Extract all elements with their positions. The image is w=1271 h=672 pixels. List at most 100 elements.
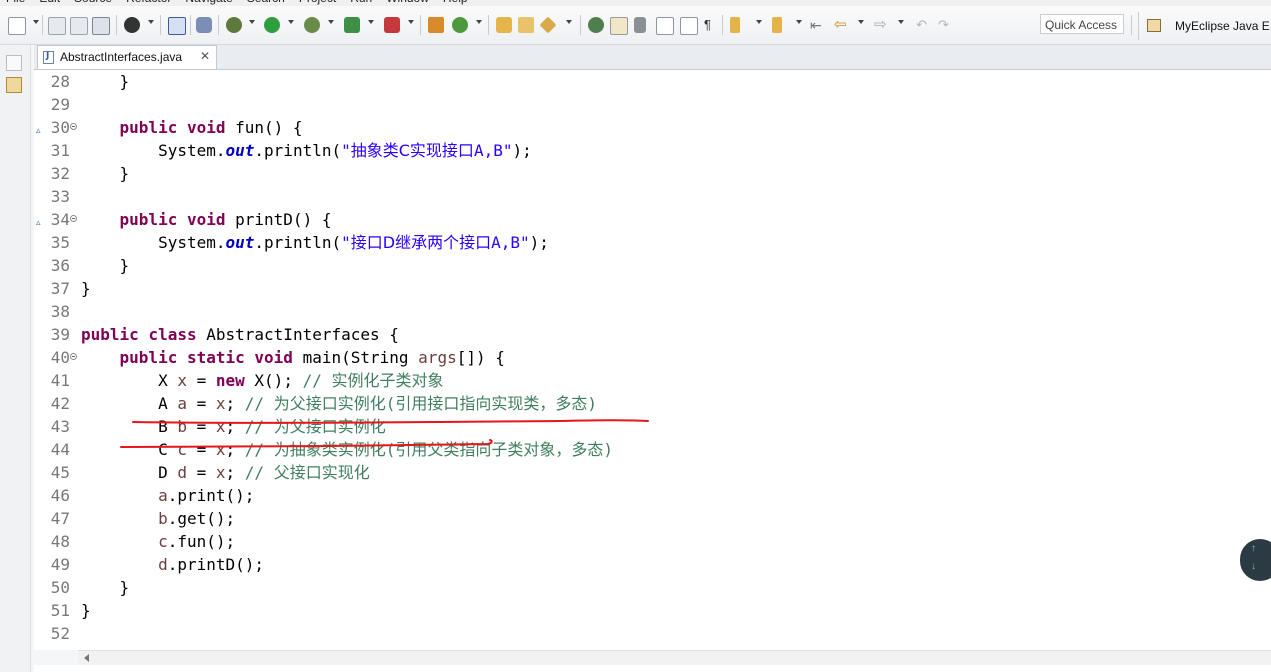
- code-line[interactable]: 30 ▵ public void fun() {: [34, 116, 1271, 139]
- pilcrow-icon[interactable]: ¶: [704, 17, 720, 33]
- scroll-down-icon[interactable]: ↓: [1251, 561, 1256, 572]
- code-text[interactable]: C c = x; // 为抽象类实例化(引用父类指向子类对象，多态): [81, 438, 613, 461]
- show-whitespace-icon[interactable]: [680, 17, 698, 35]
- code-text[interactable]: c.fun();: [81, 530, 235, 553]
- code-line[interactable]: 44 C c = x; // 为抽象类实例化(引用父类指向子类对象，多态): [34, 438, 1271, 461]
- code-line[interactable]: 45 D d = x; // 父接口实现化: [34, 461, 1271, 484]
- run-external-icon[interactable]: [304, 17, 320, 33]
- chevron-down-icon[interactable]: [288, 20, 294, 24]
- code-line[interactable]: 43 B b = x; // 为父接口实例化: [34, 415, 1271, 438]
- new-class-icon[interactable]: [452, 17, 468, 33]
- coverage-icon[interactable]: [344, 17, 360, 33]
- code-line[interactable]: 28 }: [34, 70, 1271, 93]
- skip-breakpoints-icon[interactable]: [196, 17, 212, 33]
- run-icon[interactable]: [264, 17, 280, 33]
- back-arrow-icon[interactable]: ⇦: [834, 17, 850, 33]
- save-all-icon[interactable]: [70, 17, 88, 35]
- server-icon[interactable]: [384, 17, 400, 33]
- code-line[interactable]: 51}: [34, 599, 1271, 622]
- code-line[interactable]: 37}: [34, 277, 1271, 300]
- scroll-widget[interactable]: ↑ ↓: [1240, 539, 1271, 581]
- package-explorer-icon[interactable]: [6, 77, 22, 93]
- chevron-down-icon[interactable]: [756, 20, 762, 24]
- code-text[interactable]: public static void main(String args[]) {: [81, 346, 505, 369]
- code-text[interactable]: public void fun() {: [81, 116, 303, 139]
- code-line[interactable]: 34 ▵ public void printD() {: [34, 208, 1271, 231]
- chevron-down-icon[interactable]: [796, 20, 802, 24]
- code-line[interactable]: 32 }: [34, 162, 1271, 185]
- redo-icon[interactable]: ↷: [938, 17, 954, 33]
- editor-tab-title[interactable]: AbstractInterfaces.java: [60, 50, 182, 64]
- code-line[interactable]: 33: [34, 185, 1271, 208]
- undo-icon[interactable]: ↶: [916, 17, 932, 33]
- package-icon[interactable]: [428, 17, 444, 33]
- open-type-icon[interactable]: [496, 17, 512, 33]
- code-text[interactable]: X x = new X(); // 实例化子类对象: [81, 369, 443, 392]
- perspective-label[interactable]: MyEclipse Java E: [1175, 19, 1270, 33]
- code-line[interactable]: 35 System.out.println("接口D继承两个接口A,B");: [34, 231, 1271, 254]
- code-line[interactable]: 41 X x = new X(); // 实例化子类对象: [34, 369, 1271, 392]
- chevron-down-icon[interactable]: [476, 20, 482, 24]
- search-icon[interactable]: [539, 16, 557, 34]
- scroll-left-icon[interactable]: [84, 654, 89, 662]
- chevron-down-icon[interactable]: [408, 20, 414, 24]
- code-line[interactable]: 47 b.get();: [34, 507, 1271, 530]
- code-editor[interactable]: 28 } 29 30 ▵ public void fun() {31 System.o…: [34, 70, 1271, 650]
- block-selection-icon[interactable]: [610, 17, 628, 35]
- word-wrap-icon[interactable]: [656, 17, 674, 35]
- last-edit-icon[interactable]: ⇤: [810, 17, 826, 33]
- code-text[interactable]: System.out.println("抽象类C实现接口A,B");: [81, 139, 532, 162]
- quick-access-input[interactable]: Quick Access: [1040, 14, 1124, 34]
- code-line[interactable]: 48 c.fun();: [34, 530, 1271, 553]
- code-text[interactable]: A a = x; // 为父接口实例化(引用接口指向实现类，多态): [81, 392, 597, 415]
- code-line[interactable]: 42 A a = x; // 为父接口实例化(引用接口指向实现类，多态): [34, 392, 1271, 415]
- chevron-down-icon[interactable]: [328, 20, 334, 24]
- chevron-down-icon[interactable]: [148, 20, 154, 24]
- code-text[interactable]: D d = x; // 父接口实现化: [81, 461, 370, 484]
- chevron-down-icon[interactable]: [566, 20, 572, 24]
- code-text[interactable]: }: [81, 70, 130, 93]
- user-icon[interactable]: [124, 17, 140, 33]
- code-text[interactable]: }: [81, 162, 130, 185]
- scroll-up-icon[interactable]: ↑: [1251, 543, 1256, 554]
- horizontal-scrollbar[interactable]: [78, 650, 1271, 665]
- print-icon[interactable]: [92, 17, 110, 35]
- chevron-down-icon[interactable]: [858, 20, 864, 24]
- open-folder-icon[interactable]: [518, 17, 534, 33]
- code-text[interactable]: }: [81, 599, 91, 622]
- code-line[interactable]: 36 }: [34, 254, 1271, 277]
- code-text[interactable]: }: [81, 277, 91, 300]
- code-text[interactable]: }: [81, 576, 130, 599]
- chevron-down-icon[interactable]: [249, 20, 255, 24]
- code-text[interactable]: a.print();: [81, 484, 254, 507]
- previous-annotation-icon[interactable]: [772, 17, 782, 33]
- code-text[interactable]: b.get();: [81, 507, 235, 530]
- code-text[interactable]: B b = x; // 为父接口实例化: [81, 415, 386, 438]
- code-text[interactable]: System.out.println("接口D继承两个接口A,B");: [81, 231, 549, 254]
- highlight-icon[interactable]: [634, 17, 646, 33]
- fold-collapse-icon[interactable]: [70, 353, 77, 360]
- code-text[interactable]: public void printD() {: [81, 208, 332, 231]
- debug-icon[interactable]: [226, 17, 242, 33]
- chevron-down-icon[interactable]: [368, 20, 374, 24]
- chevron-down-icon[interactable]: [33, 20, 39, 24]
- restore-icon[interactable]: [6, 55, 22, 71]
- console-icon[interactable]: [168, 17, 186, 35]
- code-line[interactable]: 52: [34, 622, 1271, 645]
- code-line[interactable]: 50 }: [34, 576, 1271, 599]
- toggle-mark-icon[interactable]: [588, 17, 604, 33]
- code-text[interactable]: }: [81, 254, 130, 277]
- code-line[interactable]: 40 public static void main(String args[]…: [34, 346, 1271, 369]
- code-line[interactable]: 49 d.printD();: [34, 553, 1271, 576]
- perspective-switcher[interactable]: MyEclipse Java E: [1138, 12, 1271, 40]
- fold-collapse-icon[interactable]: [70, 215, 77, 222]
- editor-tab[interactable]: AbstractInterfaces.java ✕: [37, 45, 217, 69]
- code-line[interactable]: 46 a.print();: [34, 484, 1271, 507]
- code-text[interactable]: public class AbstractInterfaces {: [81, 323, 399, 346]
- next-annotation-icon[interactable]: [730, 17, 740, 33]
- fold-collapse-icon[interactable]: [70, 123, 77, 130]
- new-icon[interactable]: [8, 17, 26, 35]
- code-line[interactable]: 31 System.out.println("抽象类C实现接口A,B");: [34, 139, 1271, 162]
- close-icon[interactable]: ✕: [200, 49, 210, 63]
- code-line[interactable]: 29: [34, 93, 1271, 116]
